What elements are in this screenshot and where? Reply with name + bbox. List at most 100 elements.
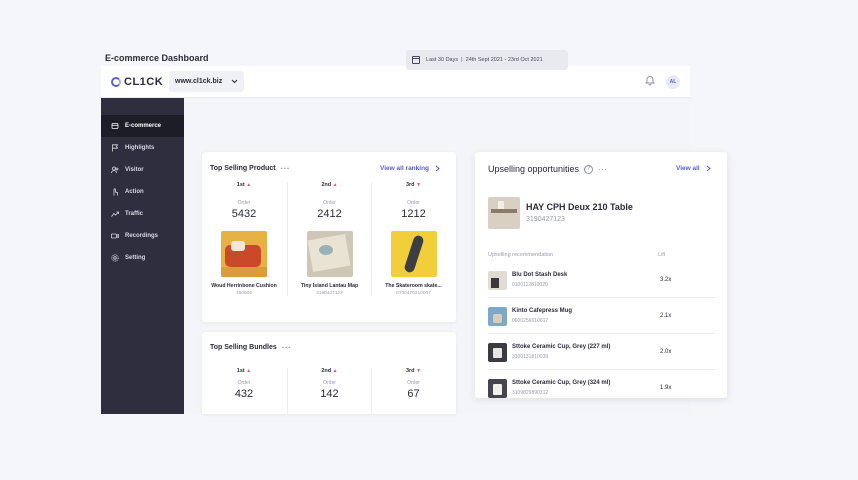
order-value: 1212 [401,208,426,220]
product-name: HAY CPH Deux 210 Table [526,202,633,212]
table-row[interactable]: Sttoke Ceramic Cup, Grey (324 ml) 310982… [488,370,715,406]
product-thumbnail [488,197,520,229]
bell-icon[interactable] [644,75,656,88]
top-selling-product-card: Top Selling Product ··· View all ranking… [202,152,456,322]
sidebar-item-label: Traffic [125,211,144,217]
order-label: Order [407,200,420,206]
row-name: Sttoke Ceramic Cup, Grey (324 ml) [512,380,611,386]
trend-up-icon: ▲ [332,368,338,374]
card-title-text: Top Selling Product [210,165,276,172]
card-title: Upselling opportunities ? ··· [488,164,608,174]
order-value: 5432 [231,208,257,220]
top-selling-bundles-card: Top Selling Bundles ··· 1st ▲ Order 432 … [202,332,456,414]
trend-up-icon: ▲ [332,182,338,188]
chevron-down-icon [231,79,238,84]
rank-text: 2nd [321,182,332,188]
sidebar-item-label: Setting [125,255,146,261]
logo[interactable]: CL1CK [111,76,163,88]
row-id: 0600256610017 [512,318,549,324]
product-thumbnail [488,379,507,398]
order-label: Order [237,380,251,386]
product-thumbnail [488,307,507,326]
chevron-right-icon [706,165,711,172]
more-icon[interactable]: ··· [281,164,291,173]
sidebar-item-action[interactable]: Action [101,181,184,203]
product-image [390,231,437,277]
trend-up-icon: ▲ [246,368,252,374]
sidebar-item-label: Highlights [125,145,155,151]
table-row[interactable]: Blu Dot Stash Desk 0100112810020 3.2x [488,262,715,298]
bundle-rank-1[interactable]: 1st ▲ Order 432 [202,368,286,400]
rank-label: 1st ▲ [202,182,286,188]
order-label: Order [323,200,336,206]
trend-up-icon: ▲ [246,182,252,188]
date-range-picker[interactable]: Last 30 Days | 24th Sept 2021 - 23rd Oct… [406,50,568,70]
logo-text: CL1CK [124,76,164,88]
product-rank-2[interactable]: 2nd ▲ Order 2412 Tiny Island Lantau Map … [287,182,371,296]
bundle-rank-2[interactable]: 2nd ▲ Order 142 [287,368,371,414]
rank-label: 2nd ▲ [288,182,371,188]
avatar[interactable]: AL [666,75,680,89]
rank-text: 3rd [405,182,415,188]
sidebar: E-commerce Highlights Visitor Action Tra… [101,98,184,414]
rank-text: 1st [236,368,245,374]
trend-down-icon: ▼ [416,368,422,374]
domain-select[interactable]: www.cl1ck.biz [169,71,244,92]
date-range-text: Last 30 Days | 24th Sept 2021 - 23rd Oct… [426,57,543,63]
rank-text: 1st [236,182,245,188]
sidebar-item-setting[interactable]: Setting [101,247,184,269]
row-name: Kinto Cafepress Mug [512,308,573,314]
table-row[interactable]: Kinto Cafepress Mug 0600256610017 2.1x [488,298,715,334]
order-label: Order [237,200,251,206]
chevron-right-icon [435,165,440,172]
table-row[interactable]: Sttoke Ceramic Cup, Grey (227 ml) 310013… [488,334,715,370]
card-title-text: Upselling opportunities [488,164,580,174]
view-all-link[interactable]: View all [676,165,711,172]
product-id: 3190427123 [316,291,343,296]
sidebar-item-recordings[interactable]: Recordings [101,225,184,247]
row-id: 3109829890312 [512,390,549,396]
row-lift: 3.2x [660,277,672,283]
bundle-rank-3[interactable]: 3rd ▼ Order 67 [371,368,455,414]
column-header-recommendation: Upselling recommendation [488,252,554,258]
rank-label: 3rd ▼ [372,182,455,188]
product-image [221,231,267,277]
product-image [306,231,353,277]
product-name: The Skateroom skate... [385,283,442,289]
product-rank-1[interactable]: 1st ▲ Order 5432 Woud Herrinbone Cushion… [202,182,286,296]
product-id: 0700470210007 [396,291,431,296]
more-icon[interactable]: ··· [282,343,292,352]
top-bar: CL1CK www.cl1ck.biz AL [101,66,690,98]
trend-icon [111,210,119,218]
gear-icon [111,254,119,262]
rank-label: 2nd ▲ [288,368,371,374]
sidebar-item-label: E-commerce [125,123,162,129]
order-value: 432 [234,388,254,400]
sidebar-item-label: Recordings [125,233,159,239]
column-header-lift: Lift [658,252,666,258]
product-id: 160506 [235,291,252,296]
upselling-card: Upselling opportunities ? ··· View all H… [475,152,727,398]
product-thumbnail [488,271,507,290]
view-all-ranking-link[interactable]: View all ranking [380,165,440,172]
order-value: 67 [407,388,420,400]
sidebar-item-traffic[interactable]: Traffic [101,203,184,225]
row-lift: 2.0x [660,349,672,355]
cart-icon [111,122,119,130]
row-lift: 2.1x [660,313,672,319]
product-name: Woud Herrinbone Cushion [211,283,277,289]
help-icon[interactable]: ? [584,164,594,174]
sidebar-item-ecommerce[interactable]: E-commerce [101,115,184,137]
product-name: Tiny Island Lantau Map [300,283,359,289]
order-label: Order [323,380,336,386]
sidebar-item-highlights[interactable]: Highlights [101,137,184,159]
sidebar-item-visitor[interactable]: Visitor [101,159,184,181]
row-id: 3100131810039 [512,354,549,360]
rank-text: 2nd [321,368,332,374]
rank-label: 1st ▲ [202,368,286,374]
row-id: 0100112810020 [512,282,548,288]
more-icon[interactable]: ··· [598,165,608,174]
domain-value: www.cl1ck.biz [175,78,223,85]
sidebar-item-label: Action [125,189,144,195]
product-rank-3[interactable]: 3rd ▼ Order 1212 The Skateroom skate... … [371,182,455,296]
